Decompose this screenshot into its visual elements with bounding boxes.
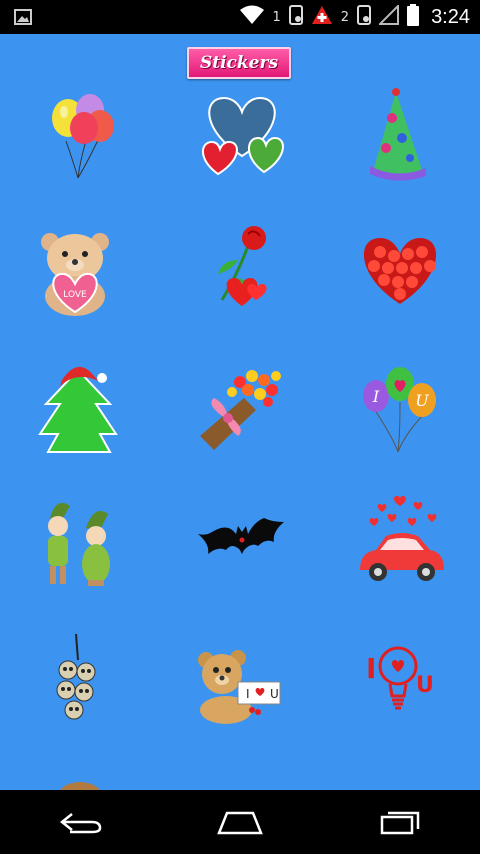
u-label: U — [415, 391, 429, 410]
party-hat-icon[interactable] — [352, 86, 452, 186]
bat-icon[interactable] — [192, 492, 292, 592]
recent-apps-button[interactable] — [360, 802, 440, 842]
sim2-signal-icon — [357, 5, 372, 29]
teddy-bear-love-icon[interactable]: LOVE — [28, 220, 128, 320]
home-icon — [217, 811, 263, 835]
teddy-bear-sign-icon[interactable]: I U — [192, 630, 292, 730]
rose-hearts-icon[interactable] — [192, 220, 292, 320]
partial-sticker-icon[interactable] — [40, 776, 140, 790]
home-button[interactable] — [200, 802, 280, 842]
i-love-u-balloons-icon[interactable]: I U — [352, 356, 452, 456]
sim1-signal-icon — [288, 5, 303, 29]
hanging-skulls-icon[interactable] — [28, 630, 128, 730]
flower-bouquet-icon[interactable] — [192, 356, 292, 456]
sim1-label: 1 — [272, 9, 281, 25]
gallery-notification-icon — [14, 8, 32, 30]
balloons-icon[interactable] — [28, 86, 128, 186]
bulb-u-label: U — [416, 673, 434, 698]
medical-cross-icon — [311, 5, 333, 29]
status-bar: 1 2 3:24 — [0, 0, 480, 34]
cell-signal-icon — [377, 3, 400, 29]
back-arrow-icon — [59, 813, 102, 834]
battery-icon — [407, 4, 420, 30]
love-car-icon[interactable] — [352, 492, 452, 592]
rose-heart-icon[interactable] — [352, 220, 452, 320]
back-button[interactable] — [40, 802, 120, 842]
sign-u-label: U — [270, 687, 279, 701]
love-label: LOVE — [63, 290, 87, 300]
navigation-bar — [0, 790, 480, 854]
sticker-grid: LOVE I U I U I U — [0, 84, 480, 790]
wifi-icon — [239, 5, 265, 29]
clock: 3:24 — [431, 5, 470, 28]
sim2-label: 2 — [340, 9, 350, 25]
i-label: I — [372, 387, 380, 406]
sign-i-label: I — [246, 687, 250, 701]
hearts-icon[interactable] — [192, 86, 292, 186]
i-love-u-bulb-icon[interactable]: I U — [352, 630, 452, 730]
elf-dolls-icon[interactable] — [28, 492, 128, 592]
christmas-tree-icon[interactable] — [28, 356, 128, 456]
recent-apps-icon — [380, 811, 420, 835]
stickers-button[interactable]: Stickers — [187, 47, 291, 79]
bulb-i-label: I — [366, 652, 376, 685]
